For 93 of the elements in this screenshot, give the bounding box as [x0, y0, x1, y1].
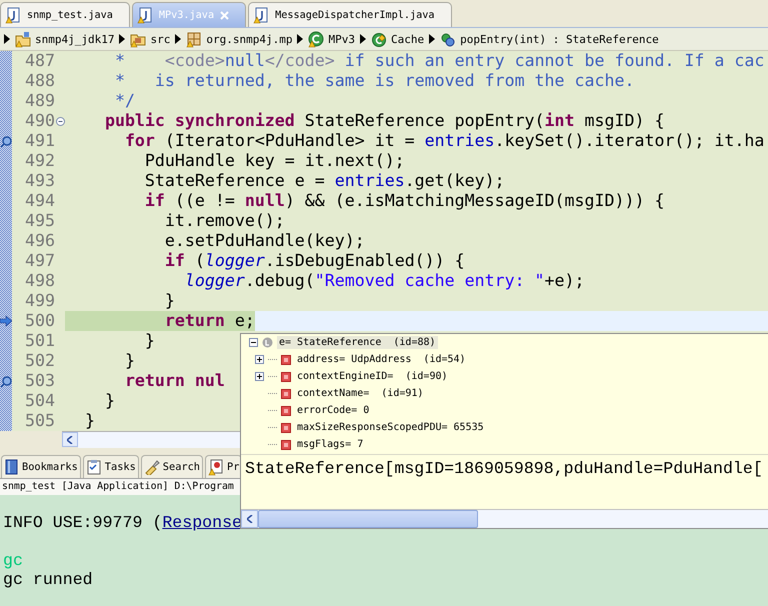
line-number: 492: [24, 151, 55, 171]
breadcrumb-item[interactable]: org.snmp4j.mp: [186, 30, 292, 48]
chevron-icon: [297, 34, 304, 44]
breadcrumb-item[interactable]: Cache: [370, 30, 424, 48]
variable-label[interactable]: maxSizeResponseScopedPDU= 65535: [295, 421, 486, 434]
code-line: }: [164, 291, 175, 311]
detail-text: StateReference[msgID=1869059898,pduHandle=PduHandle[: [244, 458, 764, 480]
line-number: 503: [24, 371, 55, 391]
chevron-icon: [175, 34, 182, 44]
collapse-icon[interactable]: [56, 116, 64, 126]
caret-icon: [67, 436, 73, 444]
code-line: if (logger.isDebugEnabled()) {: [164, 251, 465, 271]
variable-label[interactable]: contextEngineID= (id=90): [295, 370, 450, 383]
code-line: public synchronized StateReference popEntry(int msgID) {: [104, 111, 664, 131]
breadcrumb-item[interactable]: MPv3: [308, 30, 355, 48]
console-text: INFO USE:99779 (: [3, 513, 162, 532]
line-number: 500: [24, 311, 55, 331]
line-number: 489: [24, 91, 55, 111]
java-file-icon: [5, 6, 21, 24]
java-file-icon: [136, 6, 153, 24]
java-file-icon: [253, 6, 270, 24]
line-number: 487: [24, 51, 55, 71]
problems-icon: [208, 458, 224, 476]
line-number: 488: [24, 71, 55, 91]
variable-label[interactable]: msgFlags= 7: [295, 438, 366, 451]
variable-label[interactable]: contextName= (id=91): [295, 387, 426, 400]
expand-icon[interactable]: [255, 355, 264, 364]
chevron-icon: [119, 34, 126, 44]
collapse-icon[interactable]: [249, 338, 258, 347]
clipboard-icon: [86, 459, 102, 475]
code-line: * <code>null</code> if such an entry cannot be found. If a cac: [114, 51, 764, 71]
code-line: }: [124, 351, 135, 371]
editor-tab[interactable]: snmp_test.java: [0, 2, 130, 27]
breadcrumb-item[interactable]: snmp4j_jdk17: [15, 30, 114, 48]
line-number: 499: [24, 291, 55, 311]
view-tab[interactable]: Pr: [205, 455, 242, 478]
line-number: 504: [24, 391, 55, 411]
scroll-left-button[interactable]: [241, 510, 258, 528]
line-number: 494: [24, 191, 55, 211]
code-line: e.setPduHandle(key);: [164, 231, 365, 251]
class-icon: [308, 30, 324, 48]
line-number: 493: [24, 171, 55, 191]
line-number: 495: [24, 211, 55, 231]
line-number: 497: [24, 251, 55, 271]
code-line: StateReference e = entries.get(key);: [144, 171, 505, 191]
breadcrumb-item[interactable]: src: [130, 30, 170, 48]
class-icon: [370, 30, 387, 48]
breadcrumb-item[interactable]: popEntry(int) : StateReference: [440, 30, 659, 48]
expand-icon[interactable]: [255, 372, 264, 381]
caret-icon: [246, 515, 252, 523]
view-tab[interactable]: Tasks: [82, 455, 139, 478]
book-icon: [4, 459, 19, 475]
code-line: PduHandle key = it.next();: [144, 151, 405, 171]
code-line: }: [84, 411, 95, 431]
project-icon: [15, 30, 31, 48]
view-tab[interactable]: Search: [140, 455, 203, 478]
package-icon: [186, 30, 202, 48]
console-text: gc: [3, 551, 23, 570]
line-number: 502: [24, 351, 55, 371]
code-line: it.remove();: [164, 211, 285, 231]
editor-tab[interactable]: MessageDispatcherImpl.java: [248, 2, 452, 27]
method-icon: [440, 30, 456, 48]
chevron-icon: [4, 34, 10, 44]
line-number: 490: [24, 111, 55, 131]
variable-label[interactable]: address= UdpAddress (id=54): [295, 353, 468, 366]
line-number: 501: [24, 331, 55, 351]
code-line: */: [114, 91, 135, 111]
scroll-left-button[interactable]: [62, 432, 78, 447]
chevron-icon: [360, 34, 366, 44]
code-line: logger.debug("Removed cache entry: "+e);: [184, 271, 585, 291]
scrollbar-thumb[interactable]: [258, 510, 478, 528]
console-text: gc runned: [3, 570, 93, 589]
code-line: if ((e != null) && (e.isMatchingMessageID(msgID))) {: [144, 191, 664, 211]
variable-label[interactable]: errorCode= 0: [295, 404, 372, 417]
line-number: 498: [24, 271, 55, 291]
code-line: for (Iterator<PduHandle> it = entries.keySet().iterator(); it.ha: [124, 131, 764, 151]
magnifier-icon: [0, 134, 12, 148]
code-line: }: [144, 331, 155, 351]
local-variable-icon: [262, 337, 273, 348]
code-line: }: [104, 391, 115, 411]
console-link[interactable]: Response: [162, 513, 242, 532]
code-line: return nul: [124, 371, 225, 391]
instruction-arrow-icon: [0, 315, 12, 327]
flashlight-icon: [144, 459, 160, 475]
magnifier-icon: [0, 374, 12, 388]
code-line: * is returned, the same is removed from the cache.: [114, 71, 634, 91]
line-number: 496: [24, 231, 55, 251]
console-title: snmp_test [Java Application] D:\Program: [2, 481, 234, 492]
line-number: 491: [24, 131, 55, 151]
line-number: 505: [24, 411, 55, 431]
variable-label[interactable]: e= StateReference (id=88): [277, 336, 438, 349]
view-tab[interactable]: Bookmarks: [1, 455, 81, 478]
chevron-icon: [429, 34, 436, 44]
